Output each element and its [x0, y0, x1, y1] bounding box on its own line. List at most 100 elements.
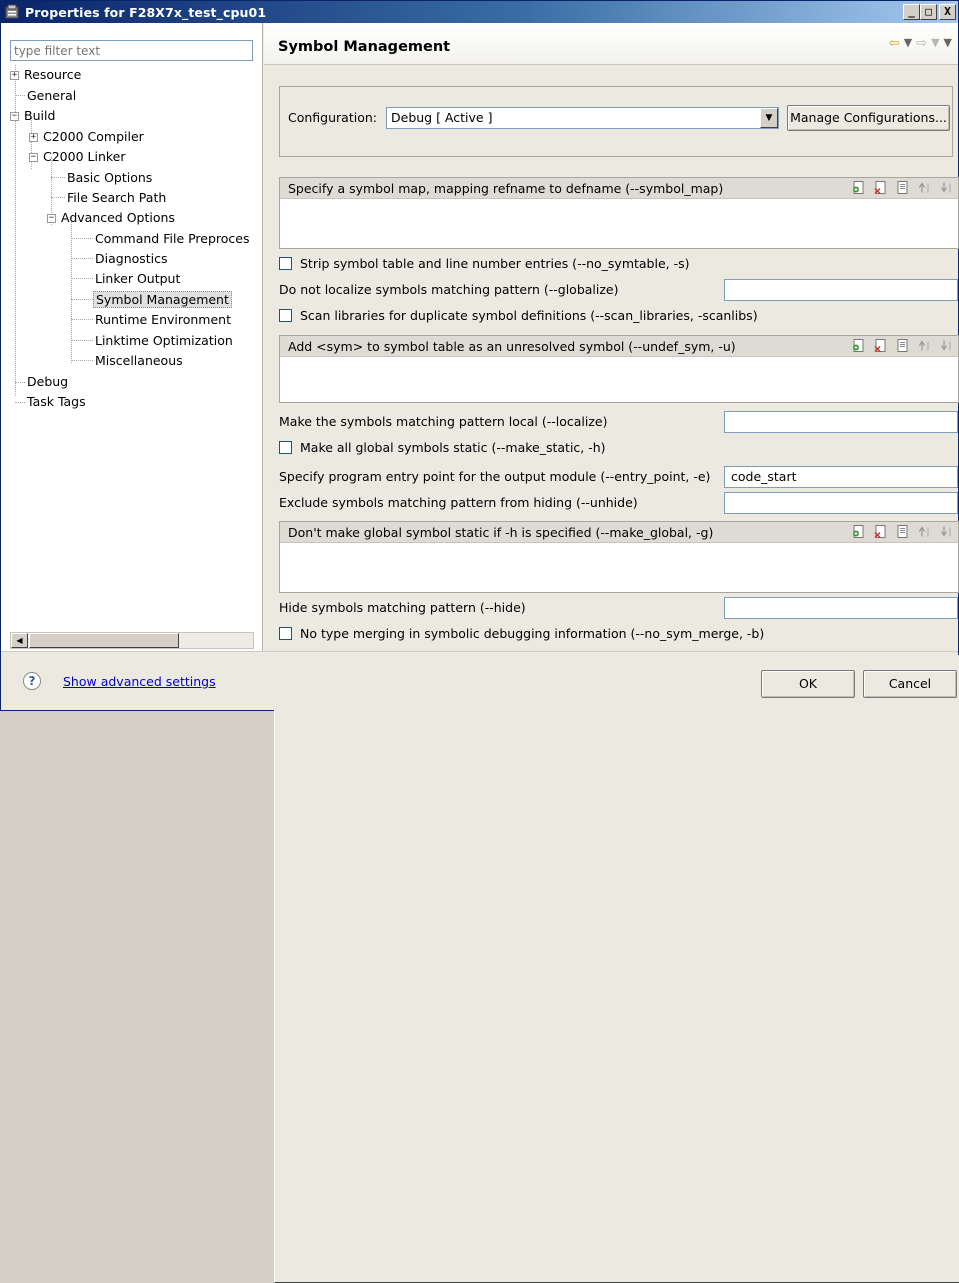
tree-item-symbol-management[interactable]: Symbol Management	[93, 290, 232, 310]
tree-item-file-search-path[interactable]: File Search Path	[65, 188, 168, 208]
window-title: Properties for F28X7x_test_cpu01	[25, 4, 267, 20]
add-icon[interactable]	[852, 524, 866, 539]
edit-icon[interactable]	[896, 524, 910, 539]
tree-item-linktime-optimization[interactable]: Linktime Optimization	[93, 331, 235, 351]
close-button[interactable]: X	[939, 4, 956, 20]
configuration-label: Configuration:	[288, 110, 377, 125]
entry-point-label: Specify program entry point for the outp…	[279, 469, 711, 484]
forward-arrow-icon[interactable]: ⇨	[916, 36, 927, 51]
scroll-left-arrow-icon[interactable]: ◀	[11, 633, 28, 648]
tree-guide-line	[15, 402, 25, 403]
collapse-icon[interactable]: −	[29, 153, 38, 162]
list-header: Don't make global symbol static if -h is…	[280, 522, 958, 543]
add-icon[interactable]	[852, 338, 866, 353]
move-down-icon[interactable]	[940, 338, 954, 353]
tree-item-basic-options[interactable]: Basic Options	[65, 168, 154, 188]
list-toolbar	[852, 180, 954, 195]
no-sym-merge-checkbox[interactable]	[279, 627, 292, 640]
view-menu-icon[interactable]: ▼	[944, 36, 952, 51]
forward-menu-icon[interactable]: ▼	[931, 36, 939, 51]
delete-icon[interactable]	[874, 524, 888, 539]
tree-guide-line	[71, 299, 93, 300]
tree-guide-line	[15, 382, 25, 383]
properties-icon	[5, 4, 19, 19]
ok-button[interactable]: OK	[761, 670, 855, 698]
unhide-label: Exclude symbols matching pattern from hi…	[279, 495, 638, 510]
localize-input[interactable]	[724, 411, 958, 433]
no-symtable-option[interactable]: Strip symbol table and line number entri…	[279, 253, 690, 275]
move-up-icon[interactable]	[918, 338, 932, 353]
scan-libraries-checkbox[interactable]	[279, 309, 292, 322]
manage-configurations-button[interactable]: Manage Configurations...	[787, 105, 950, 131]
tree-guide-line	[71, 340, 93, 341]
tree-item-resource[interactable]: + Resource	[10, 65, 83, 85]
globalize-input[interactable]	[724, 279, 958, 301]
collapse-icon[interactable]: −	[47, 214, 56, 223]
expand-icon[interactable]: +	[29, 133, 38, 142]
tree-item-general[interactable]: General	[25, 86, 78, 106]
undef-sym-list[interactable]: Add <sym> to symbol table as an unresolv…	[279, 335, 959, 403]
tree-guide-line	[51, 197, 65, 198]
configuration-select[interactable]: Debug [ Active ] ▼	[386, 107, 779, 129]
properties-dialog: Properties for F28X7x_test_cpu01 _ □ X t…	[0, 0, 959, 1283]
move-up-icon[interactable]	[918, 524, 932, 539]
delete-icon[interactable]	[874, 338, 888, 353]
back-arrow-icon[interactable]: ⇦	[889, 36, 900, 51]
configuration-group: Configuration: Debug [ Active ] ▼ Manage…	[279, 86, 953, 157]
minimize-button[interactable]: _	[903, 4, 920, 20]
make-static-checkbox[interactable]	[279, 441, 292, 454]
tree-item-diagnostics[interactable]: Diagnostics	[93, 249, 170, 269]
entry-point-input[interactable]: code_start	[724, 466, 958, 488]
page-title: Symbol Management	[278, 39, 451, 55]
tree-item-runtime-environment[interactable]: Runtime Environment	[93, 310, 233, 330]
property-page: Symbol Management ⇦ ▼ ⇨ ▼ ▼ Configuratio…	[264, 23, 959, 651]
globalize-label: Do not localize symbols matching pattern…	[279, 282, 619, 297]
move-down-icon[interactable]	[940, 524, 954, 539]
tree-item-c2000-linker[interactable]: − C2000 Linker	[29, 147, 128, 167]
list-header: Specify a symbol map, mapping refname to…	[280, 178, 958, 199]
tree-guide-line	[71, 360, 93, 361]
edit-icon[interactable]	[896, 180, 910, 195]
make-static-option[interactable]: Make all global symbols static (--make_s…	[279, 437, 606, 459]
tree-item-task-tags[interactable]: Task Tags	[25, 392, 88, 412]
move-down-icon[interactable]	[940, 180, 954, 195]
tree-item-linker-output[interactable]: Linker Output	[93, 269, 182, 289]
help-icon[interactable]: ?	[23, 672, 41, 690]
scan-libraries-option[interactable]: Scan libraries for duplicate symbol defi…	[279, 305, 758, 327]
title-bar[interactable]: Properties for F28X7x_test_cpu01 _ □ X	[1, 1, 958, 23]
tree-guide-line	[71, 278, 93, 279]
show-advanced-settings-link[interactable]: Show advanced settings	[63, 674, 216, 689]
add-icon[interactable]	[852, 180, 866, 195]
edit-icon[interactable]	[896, 338, 910, 353]
tree-item-c2000-compiler[interactable]: + C2000 Compiler	[29, 127, 146, 147]
delete-icon[interactable]	[874, 180, 888, 195]
back-menu-icon[interactable]: ▼	[904, 36, 912, 51]
tree-item-miscellaneous[interactable]: Miscellaneous	[93, 351, 185, 371]
symbol-map-list[interactable]: Specify a symbol map, mapping refname to…	[279, 177, 959, 249]
tree-item-debug[interactable]: Debug	[25, 372, 70, 392]
tree-guide-line	[15, 95, 25, 96]
maximize-button[interactable]: □	[920, 4, 937, 20]
tree-horizontal-scrollbar[interactable]: ◀ ▶	[10, 632, 959, 1283]
list-toolbar	[852, 338, 954, 353]
tree-guide-line	[71, 238, 93, 239]
no-symtable-checkbox[interactable]	[279, 257, 292, 270]
scrollbar-thumb[interactable]	[29, 633, 179, 648]
unhide-input[interactable]	[724, 492, 958, 514]
localize-label: Make the symbols matching pattern local …	[279, 414, 608, 429]
scroll-right-arrow-icon[interactable]: ▶	[274, 655, 959, 1283]
cancel-button[interactable]: Cancel	[863, 670, 957, 698]
dropdown-arrow-icon[interactable]: ▼	[760, 108, 778, 128]
make-global-list[interactable]: Don't make global symbol static if -h is…	[279, 521, 959, 593]
filter-input[interactable]	[10, 40, 253, 61]
page-header: Symbol Management ⇦ ▼ ⇨ ▼ ▼	[264, 23, 958, 65]
list-header: Add <sym> to symbol table as an unresolv…	[280, 336, 958, 357]
tree-item-advanced-options[interactable]: − Advanced Options	[47, 208, 177, 228]
collapse-icon[interactable]: −	[10, 112, 19, 121]
tree-item-build[interactable]: − Build	[10, 106, 57, 126]
hide-input[interactable]	[724, 597, 958, 619]
no-sym-merge-option[interactable]: No type merging in symbolic debugging in…	[279, 623, 764, 645]
move-up-icon[interactable]	[918, 180, 932, 195]
expand-icon[interactable]: +	[10, 71, 19, 80]
tree-item-command-file[interactable]: Command File Preproces	[93, 229, 252, 249]
